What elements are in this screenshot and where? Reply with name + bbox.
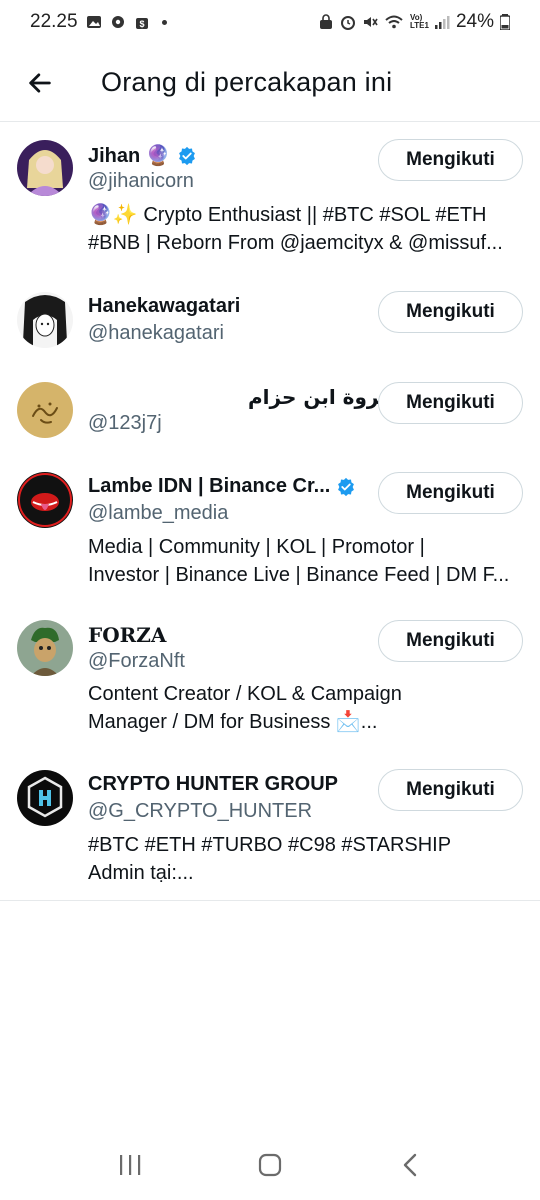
user-list: Jihan 🔮 @jihanicorn 🔮✨ Crypto Enthusiast… bbox=[0, 123, 540, 890]
gallery-icon bbox=[86, 16, 101, 28]
user-name[interactable]: CRYPTO HUNTER GROUP bbox=[88, 773, 338, 796]
arrow-left-icon bbox=[29, 72, 51, 93]
status-time: 22.25 bbox=[30, 11, 78, 32]
status-bar: 22.25 $ Vo) LTE1 24% bbox=[0, 0, 540, 44]
list-divider bbox=[0, 900, 540, 901]
user-handle[interactable]: @ForzaNft bbox=[88, 650, 185, 673]
svg-text:$: $ bbox=[139, 19, 144, 29]
avatar[interactable] bbox=[17, 292, 73, 348]
alarm-icon bbox=[340, 16, 355, 30]
user-row-hanekawagatari[interactable]: Hanekawagatari @hanekagatari Mengikuti bbox=[0, 278, 540, 368]
following-button[interactable]: Mengikuti bbox=[378, 769, 523, 811]
signal-icon bbox=[434, 16, 450, 29]
user-handle[interactable]: @hanekagatari bbox=[88, 322, 224, 345]
network-label: Vo) LTE1 bbox=[409, 13, 429, 30]
user-row-jihan[interactable]: Jihan 🔮 @jihanicorn 🔮✨ Crypto Enthusiast… bbox=[0, 123, 540, 278]
user-row-g-crypto-hunter[interactable]: CRYPTO HUNTER GROUP @G_CRYPTO_HUNTER #BT… bbox=[0, 756, 540, 890]
user-bio: Content Creator / KOL & Campaign Manager… bbox=[88, 683, 402, 733]
notification-dot-icon bbox=[161, 19, 167, 25]
recent-apps-button[interactable] bbox=[110, 1145, 150, 1185]
following-button[interactable]: Mengikuti bbox=[378, 291, 523, 333]
avatar[interactable] bbox=[17, 382, 73, 438]
user-handle[interactable]: @123j7j bbox=[88, 412, 162, 435]
back-button[interactable] bbox=[18, 61, 62, 105]
verified-badge-icon bbox=[338, 477, 355, 496]
following-button[interactable]: Mengikuti bbox=[378, 620, 523, 662]
home-button[interactable] bbox=[250, 1145, 290, 1185]
following-button[interactable]: Mengikuti bbox=[378, 472, 523, 514]
user-name[interactable]: Lambe IDN | Binance Cr... bbox=[88, 475, 330, 498]
avatar[interactable] bbox=[17, 770, 73, 826]
lock-home-icon bbox=[319, 14, 332, 29]
system-nav-bar bbox=[0, 1140, 540, 1190]
following-button[interactable]: Mengikuti bbox=[378, 382, 523, 424]
settings-gear-icon bbox=[111, 16, 124, 28]
user-name[interactable]: Hanekawagatari bbox=[88, 295, 240, 318]
user-row-lambe-media[interactable]: Lambe IDN | Binance Cr... @lambe_media M… bbox=[0, 458, 540, 608]
user-name[interactable]: عروة ابن حزام bbox=[248, 385, 393, 409]
home-icon bbox=[258, 1153, 282, 1177]
verified-badge-icon bbox=[178, 146, 195, 165]
battery-percent: 24% bbox=[455, 11, 494, 32]
avatar[interactable] bbox=[17, 472, 73, 528]
nav-back-button[interactable] bbox=[390, 1145, 430, 1185]
shop-bag-icon: $ bbox=[135, 18, 148, 29]
header: Orang di percakapan ini bbox=[0, 44, 540, 122]
battery-icon bbox=[500, 14, 510, 30]
user-bio: 🔮✨ Crypto Enthusiast || #BTC #SOL #ETH #… bbox=[88, 204, 503, 254]
following-button[interactable]: Mengikuti bbox=[378, 139, 523, 181]
recent-apps-icon bbox=[120, 1155, 141, 1175]
avatar[interactable] bbox=[17, 140, 73, 196]
wifi-icon bbox=[385, 15, 403, 29]
user-handle[interactable]: @jihanicorn bbox=[88, 170, 194, 193]
user-bio: Media | Community | KOL | Promotor | Inv… bbox=[88, 536, 510, 586]
page-title: Orang di percakapan ini bbox=[101, 67, 393, 97]
mute-icon bbox=[363, 17, 378, 27]
nav-back-icon bbox=[403, 1153, 417, 1177]
user-handle[interactable]: @lambe_media bbox=[88, 502, 228, 525]
user-row-forza[interactable]: FORZA @ForzaNft Content Creator / KOL & … bbox=[0, 608, 540, 756]
avatar[interactable] bbox=[17, 620, 73, 676]
user-bio: #BTC #ETH #TURBO #C98 #STARSHIP Admin tạ… bbox=[88, 834, 452, 884]
user-row-123j7j[interactable]: عروة ابن حزام @123j7j Mengikuti bbox=[0, 368, 540, 458]
user-handle[interactable]: @G_CRYPTO_HUNTER bbox=[88, 800, 312, 823]
user-name[interactable]: FORZA bbox=[88, 623, 166, 647]
user-name[interactable]: Jihan 🔮 bbox=[88, 143, 171, 168]
